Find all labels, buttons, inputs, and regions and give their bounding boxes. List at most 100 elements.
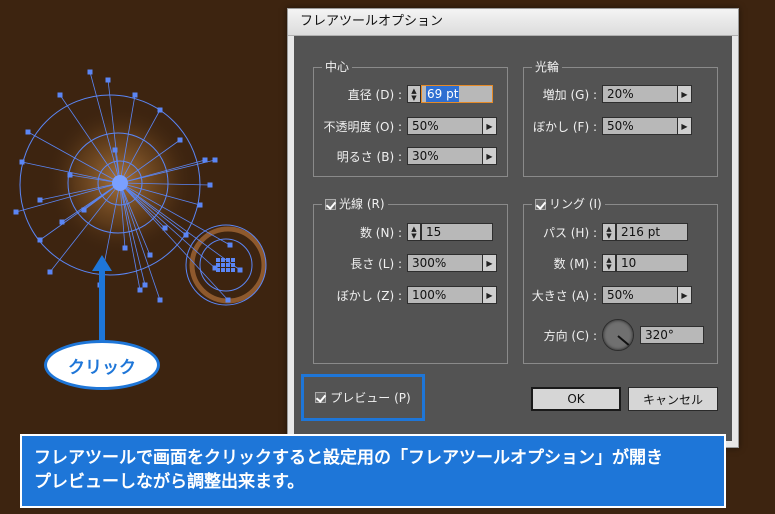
anchor-handle (137, 287, 143, 293)
diameter-row: 直径 (D) : ▲ ▼ 69 pt (318, 84, 493, 104)
diameter-input[interactable]: 69 pt (421, 85, 493, 103)
rays-fuzziness-input[interactable]: 100% (407, 286, 483, 304)
anchor-handle (157, 297, 163, 303)
rays-fuzziness-row: ぼかし (Z) : 100% ▶ (318, 285, 497, 305)
cancel-button[interactable]: キャンセル (628, 387, 718, 411)
brightness-row: 明るさ (B) : 30% ▶ (318, 146, 497, 166)
anchor-handle (67, 172, 73, 178)
anchor-handle (122, 245, 128, 251)
ring-handle (216, 263, 220, 267)
rings-number-stepper[interactable]: ▲ ▼ (602, 254, 616, 272)
rings-number-label: 数 (M) : (553, 256, 597, 271)
halo-fuzziness-label: ぼかし (F) : (533, 119, 597, 134)
rings-largest-dropdown-arrow-icon[interactable]: ▶ (678, 286, 692, 304)
anchor-handle (162, 225, 168, 231)
rings-direction-row: 方向 (C) : 320° (527, 318, 704, 352)
ring-handle (221, 258, 225, 262)
rings-largest-row: 大きさ (A) : 50% ▶ (527, 285, 692, 305)
opacity-label: 不透明度 (O) : (323, 119, 402, 134)
ring-handle (231, 258, 235, 262)
growth-dropdown-arrow-icon[interactable]: ▶ (678, 85, 692, 103)
opacity-input[interactable]: 50% (407, 117, 483, 135)
anchor-handle (142, 282, 148, 288)
ring-handle (221, 268, 225, 272)
anchor-handle (59, 219, 65, 225)
rays-checkbox[interactable] (325, 198, 336, 210)
growth-input[interactable]: 20% (602, 85, 678, 103)
anchor-handle (177, 137, 183, 143)
halo-fuzziness-dropdown-arrow-icon[interactable]: ▶ (678, 117, 692, 135)
growth-label: 増加 (G) : (542, 87, 597, 102)
rings-path-row: パス (H) : ▲ ▼ 216 pt (527, 222, 688, 242)
halo-group-title: 光輪 (532, 60, 563, 74)
rays-group-title[interactable]: 光線 (R) (322, 197, 388, 211)
rings-path-input[interactable]: 216 pt (616, 223, 688, 241)
dialog-title: フレアツールオプション (288, 9, 738, 36)
anchor-handle (202, 157, 208, 163)
brightness-dropdown-arrow-icon[interactable]: ▶ (483, 147, 497, 165)
anchor-handle (81, 207, 87, 213)
anchor-handle (112, 147, 118, 153)
anchor-handle (147, 252, 153, 258)
ring-handle (231, 263, 235, 267)
up-arrow-icon (92, 255, 112, 350)
center-group-title: 中心 (322, 60, 353, 74)
ring-handle (226, 263, 230, 267)
anchor-handle (37, 197, 43, 203)
rings-checkbox[interactable] (535, 198, 546, 210)
ring-handle (216, 258, 220, 262)
rays-fuzziness-label: ぼかし (Z) : (336, 288, 402, 303)
opacity-dropdown-arrow-icon[interactable]: ▶ (483, 117, 497, 135)
rings-number-row: 数 (M) : ▲ ▼ 10 (527, 253, 688, 273)
caption-line-1: フレアツールで画面をクリックすると設定用の「フレアツールオプション」が開き (34, 448, 663, 468)
rays-longest-dropdown-arrow-icon[interactable]: ▶ (483, 254, 497, 272)
rays-number-stepper[interactable]: ▲ ▼ (407, 223, 421, 241)
growth-row: 増加 (G) : 20% ▶ (527, 84, 692, 104)
rays-number-label: 数 (N) : (359, 225, 402, 240)
anchor-handle (212, 157, 218, 163)
preview-label: プレビュー (P) (330, 391, 411, 405)
anchor-handle (207, 182, 213, 188)
preview-highlight[interactable]: プレビュー (P) (301, 374, 425, 421)
rings-group-title[interactable]: リング (I) (532, 197, 605, 211)
flare-center (112, 175, 128, 191)
anchor-handle (47, 269, 53, 275)
anchor-handle (132, 92, 138, 98)
halo-fuzziness-input[interactable]: 50% (602, 117, 678, 135)
rings-path-label: パス (H) : (542, 225, 597, 240)
rays-number-row: 数 (N) : ▲ ▼ 15 (318, 222, 493, 242)
brightness-label: 明るさ (B) : (336, 149, 402, 164)
ring-handle (216, 268, 220, 272)
rays-longest-input[interactable]: 300% (407, 254, 483, 272)
rings-path-stepper[interactable]: ▲ ▼ (602, 223, 616, 241)
rings-direction-input[interactable]: 320° (640, 326, 704, 344)
flare-artwork (13, 69, 267, 306)
caption-line-2: プレビューしながら調整出来ます。 (34, 472, 305, 492)
anchor-handle (225, 297, 231, 303)
ring-handle (226, 258, 230, 262)
anchor-handle (37, 237, 43, 243)
anchor-handle (57, 92, 63, 98)
rings-number-input[interactable]: 10 (616, 254, 688, 272)
opacity-row: 不透明度 (O) : 50% ▶ (318, 116, 497, 136)
anchor-handle (183, 232, 189, 238)
diameter-stepper[interactable]: ▲ ▼ (407, 85, 421, 103)
brightness-input[interactable]: 30% (407, 147, 483, 165)
anchor-handle (19, 159, 25, 165)
rays-longest-row: 長さ (L) : 300% ▶ (318, 253, 497, 273)
anchor-handle (87, 69, 93, 75)
anchor-handle (105, 77, 111, 83)
anchor-handle (197, 202, 203, 208)
rays-fuzziness-dropdown-arrow-icon[interactable]: ▶ (483, 286, 497, 304)
ok-button[interactable]: OK (531, 387, 621, 411)
rings-largest-input[interactable]: 50% (602, 286, 678, 304)
ring-handle (231, 268, 235, 272)
direction-dial[interactable] (602, 319, 634, 351)
rays-number-input[interactable]: 15 (421, 223, 493, 241)
ring-handle (226, 268, 230, 272)
preview-checkbox[interactable] (315, 392, 327, 403)
diameter-label: 直径 (D) : (347, 87, 402, 102)
dial-needle-icon (617, 335, 630, 346)
anchor-handle (13, 209, 19, 215)
rings-direction-label: 方向 (C) : (543, 328, 597, 343)
